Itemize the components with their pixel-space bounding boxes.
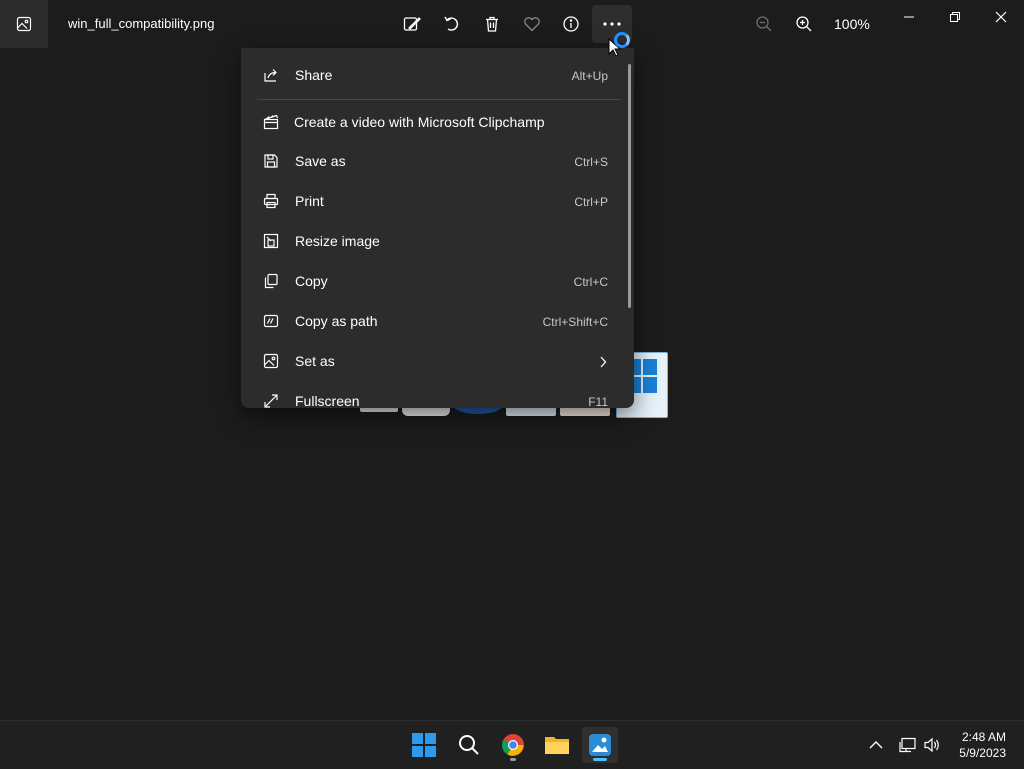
menu-item-label: Resize image bbox=[295, 233, 380, 249]
chrome-icon[interactable] bbox=[495, 727, 531, 763]
network-icon[interactable] bbox=[898, 735, 918, 755]
delete-icon[interactable] bbox=[480, 12, 504, 36]
window-title: win_full_compatibility.png bbox=[68, 16, 215, 31]
zoom-in-icon[interactable] bbox=[792, 12, 816, 36]
chevron-up-icon[interactable] bbox=[866, 735, 886, 755]
print-icon bbox=[263, 193, 279, 209]
active-indicator bbox=[593, 758, 607, 761]
running-indicator bbox=[510, 758, 516, 761]
menu-item-copy-as-path[interactable]: Copy as path Ctrl+Shift+C bbox=[241, 302, 621, 340]
menu-item-resize-image[interactable]: Resize image bbox=[241, 222, 621, 260]
taskbar: 2:48 AM 5/9/2023 bbox=[0, 720, 1024, 769]
menu-scrollbar[interactable] bbox=[628, 64, 631, 308]
set-as-icon bbox=[263, 353, 279, 369]
menu-item-share[interactable]: Share Alt+Up bbox=[241, 56, 621, 94]
save-icon bbox=[264, 154, 278, 168]
search-icon[interactable] bbox=[451, 727, 487, 763]
photos-icon[interactable] bbox=[582, 727, 618, 763]
clock-date: 5/9/2023 bbox=[959, 746, 1006, 760]
resize-icon bbox=[263, 233, 279, 249]
close-icon[interactable] bbox=[986, 8, 1016, 26]
menu-item-label: Fullscreen bbox=[295, 393, 360, 408]
menu-item-label: Set as bbox=[295, 353, 335, 369]
clipchamp-icon bbox=[263, 114, 279, 130]
menu-item-label: Print bbox=[295, 193, 324, 209]
menu-item-shortcut: F11 bbox=[588, 395, 608, 408]
menu-item-fullscreen[interactable]: Fullscreen F11 bbox=[241, 382, 621, 408]
menu-item-print[interactable]: Print Ctrl+P bbox=[241, 182, 621, 220]
title-bar: win_full_compatibility.png 100% bbox=[0, 0, 1024, 48]
menu-item-set-as[interactable]: Set as bbox=[241, 342, 621, 380]
menu-item-label: Save as bbox=[295, 153, 346, 169]
menu-item-clipchamp[interactable]: Create a video with Microsoft Clipchamp bbox=[241, 103, 621, 141]
zoom-out-icon[interactable] bbox=[752, 12, 776, 36]
volume-icon[interactable] bbox=[922, 735, 942, 755]
menu-item-label: Copy as path bbox=[295, 313, 378, 329]
busy-spinner-icon bbox=[614, 32, 630, 48]
copy-path-icon bbox=[263, 314, 279, 328]
fullscreen-icon bbox=[264, 394, 278, 408]
menu-item-label: Share bbox=[295, 67, 333, 83]
start-icon[interactable] bbox=[406, 727, 442, 763]
menu-item-shortcut: Ctrl+C bbox=[573, 275, 608, 289]
minimize-icon[interactable] bbox=[894, 8, 924, 26]
menu-item-shortcut: Ctrl+S bbox=[574, 155, 608, 169]
share-icon bbox=[264, 69, 277, 82]
rotate-icon[interactable] bbox=[440, 12, 464, 36]
chevron-right-icon bbox=[600, 356, 607, 368]
menu-item-shortcut: Ctrl+P bbox=[574, 195, 608, 209]
restore-icon[interactable] bbox=[940, 8, 970, 26]
photos-app-icon[interactable] bbox=[0, 0, 48, 48]
copy-icon bbox=[264, 273, 278, 289]
menu-item-shortcut: Ctrl+Shift+C bbox=[542, 315, 608, 329]
zoom-level[interactable]: 100% bbox=[834, 16, 870, 32]
menu-item-save-as[interactable]: Save as Ctrl+S bbox=[241, 142, 621, 180]
menu-item-copy[interactable]: Copy Ctrl+C bbox=[241, 262, 621, 300]
menu-item-label: Create a video with Microsoft Clipchamp bbox=[294, 114, 545, 130]
info-icon[interactable] bbox=[559, 12, 583, 36]
file-explorer-icon[interactable] bbox=[539, 727, 575, 763]
more-options-menu: Share Alt+Up Create a video with Microso… bbox=[241, 48, 634, 408]
menu-item-label: Copy bbox=[295, 273, 328, 289]
edit-image-icon[interactable] bbox=[400, 12, 424, 36]
favorite-icon[interactable] bbox=[520, 12, 544, 36]
clock-time: 2:48 AM bbox=[961, 730, 1006, 744]
system-clock[interactable]: 2:48 AM 5/9/2023 bbox=[959, 729, 1006, 761]
menu-separator bbox=[257, 99, 621, 100]
menu-item-shortcut: Alt+Up bbox=[571, 69, 608, 83]
